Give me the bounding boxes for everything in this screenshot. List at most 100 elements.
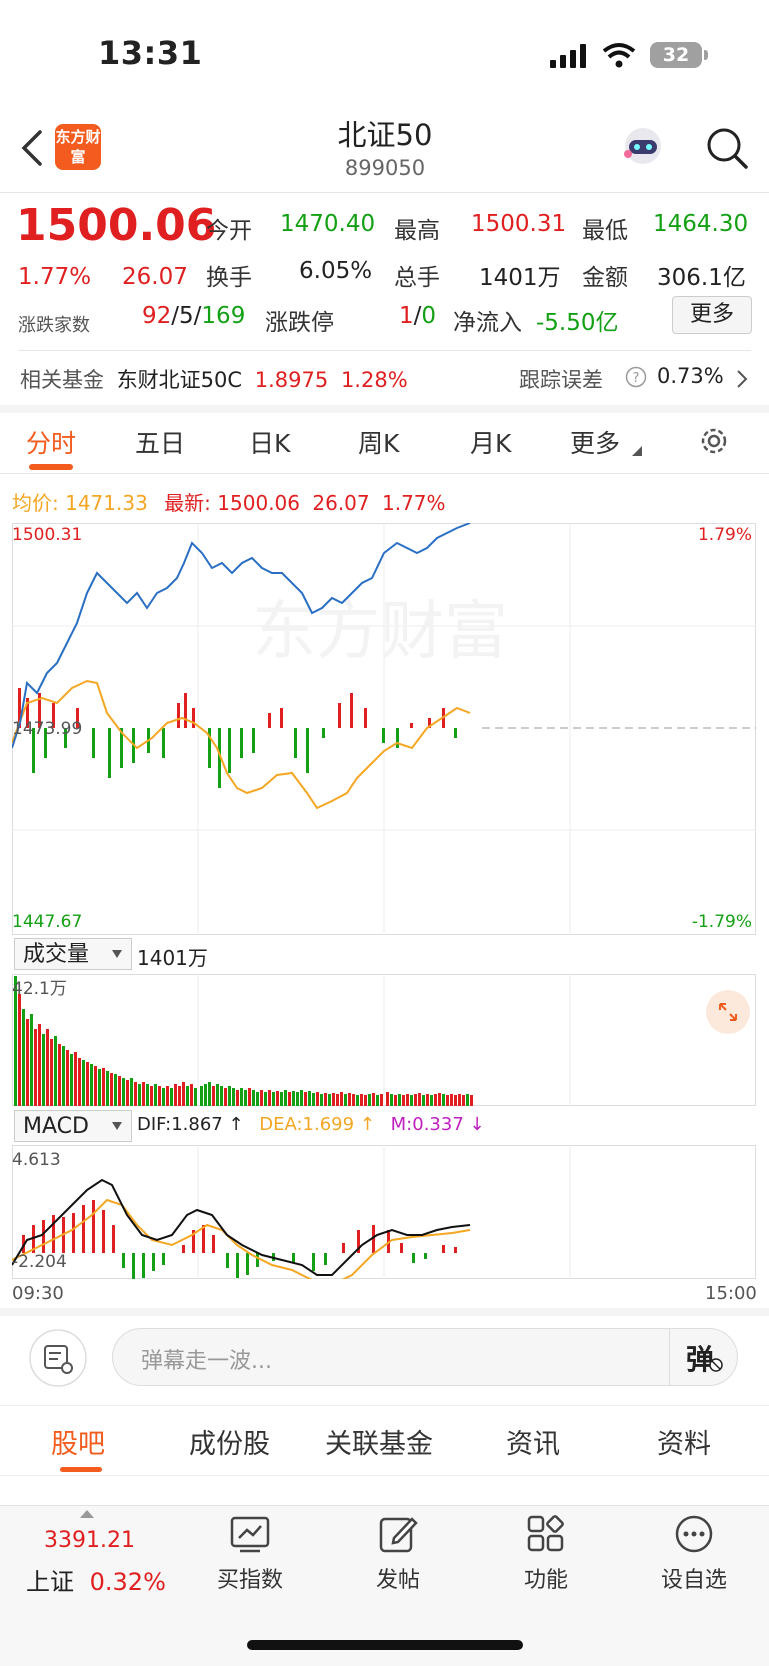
more-dropdown-icon [632,446,642,456]
flow-bars [18,688,457,788]
avg-value: 1471.33 [65,491,148,515]
latest-label: 最新: [164,491,211,515]
header-divider [0,192,769,193]
tab-guba[interactable]: 股吧 [51,1422,105,1461]
quote-divider [18,350,751,351]
sh-index-pct: 0.32% [89,1568,166,1596]
wifi-icon [602,43,636,68]
high-label: 最高 [394,218,440,244]
tab-related-funds[interactable]: 关联基金 [325,1422,433,1461]
tab-intraday[interactable]: 分时 [26,424,76,460]
macd-select-label: MACD [23,1114,89,1139]
tab-news[interactable]: 资讯 [506,1422,560,1461]
tab-weekly-k[interactable]: 周K [358,424,399,460]
macd-bottom-label: -2.204 [12,1252,67,1272]
battery-tip [704,50,708,60]
chevron-down-icon [112,950,122,958]
sh-index-row[interactable]: 上证 0.32% [26,1562,166,1597]
tabs-top-divider [0,1405,769,1406]
input-separator [669,1329,670,1385]
tab-five-day[interactable]: 五日 [135,424,185,460]
up-count: 92 [142,303,172,329]
nav-add-watchlist[interactable]: 设自选 [639,1562,749,1594]
fund-price: 1.8975 [254,368,329,392]
danmu-off-icon [709,1358,723,1372]
danmu-input[interactable]: 弹幕走一波... [112,1328,738,1386]
expand-up-icon[interactable] [80,1510,94,1518]
post-icon[interactable] [378,1514,418,1554]
limit-label: 涨跌停 [265,310,334,336]
tab-daily-k[interactable]: 日K [249,424,290,460]
section-gap [0,1308,769,1316]
tracking-label: 跟踪误差 [519,368,603,392]
y-axis-top: 1500.31 [12,525,82,545]
home-indicator[interactable] [247,1640,523,1650]
nav-functions[interactable]: 功能 [491,1562,601,1594]
volume-bars [14,976,473,1106]
time-axis-start: 09:30 [12,1283,64,1304]
more-options-icon[interactable] [674,1514,714,1554]
volume-chart[interactable]: 42.1万 [12,974,756,1106]
nav-buy-index[interactable]: 买指数 [195,1562,305,1594]
tab-monthly-k[interactable]: 月K [470,424,511,460]
guba-tab-underline [60,1467,102,1472]
avg-label: 均价: [12,491,59,515]
robot-assistant-icon[interactable] [620,124,666,170]
expand-icon[interactable] [706,990,750,1034]
related-fund-row[interactable]: 相关基金 东财北证50C 1.8975 1.28% [20,364,408,394]
dif-line [12,1178,471,1276]
tab-profile[interactable]: 资料 [657,1422,711,1461]
buy-index-icon[interactable] [230,1514,270,1554]
breadth-label: 涨跌家数 [18,315,90,336]
limit-down: 0 [421,303,437,329]
flat-count: 5 [179,303,194,329]
netflow-label: 净流入 [453,310,522,336]
intraday-price-chart[interactable]: 东方财富 1500.31 1473.99 1447.67 1.79% -1.79… [12,523,756,935]
turnover-value: 6.05% [299,258,373,284]
macd-m: M:0.337 ↓ [390,1114,485,1135]
back-icon[interactable] [18,130,44,166]
volume-label: 总手 [394,265,440,291]
breadth-values: 92/5/169 [142,303,246,329]
sh-index-value[interactable]: 3391.21 [44,1528,135,1553]
tab-constituents[interactable]: 成份股 [189,1422,270,1461]
y-axis-mid: 1473.99 [12,719,82,739]
battery-icon: 32 [650,42,702,68]
watermark: 东方财富 [252,595,508,669]
brand-logo: 东方财富 [55,124,101,170]
amount-value: 306.1亿 [657,265,746,291]
more-button[interactable]: 更多 [672,296,752,334]
chevron-right-icon[interactable] [735,368,749,390]
settings-icon[interactable] [697,424,731,458]
macd-chart[interactable]: 4.613 -2.204 [12,1145,756,1279]
macd-top-label: 4.613 [12,1150,61,1170]
latest-value: 1500.06 [217,491,301,515]
open-value: 1470.40 [280,211,376,237]
turnover-label: 换手 [206,265,252,291]
volume-max-label: 42.1万 [12,979,67,999]
sh-index-name: 上证 [26,1568,74,1596]
latest-change: 26.07 [312,491,370,515]
pct-axis-top: 1.79% [698,525,752,545]
open-label: 今开 [206,218,252,244]
volume-value: 1401万 [479,265,561,291]
functions-icon[interactable] [526,1514,566,1554]
netflow-value: -5.50亿 [536,310,619,336]
search-icon[interactable] [705,126,749,170]
volume-total: 1401万 [137,946,208,970]
nav-post[interactable]: 发帖 [343,1562,453,1594]
low-value: 1464.30 [653,211,749,237]
help-icon[interactable]: ? [625,366,647,388]
down-count: 169 [201,303,246,329]
tabs-divider [0,473,769,474]
macd-dea: DEA:1.699 ↑ [259,1114,375,1135]
macd-dif: DIF:1.867 ↑ [137,1114,244,1135]
section-gap [0,405,769,413]
danmu-settings-icon[interactable] [28,1328,88,1388]
fund-name: 东财北证50C [116,368,243,392]
tab-more[interactable]: 更多 [570,424,620,460]
status-time: 13:31 [98,34,203,72]
svg-text:?: ? [633,371,640,386]
high-value: 1500.31 [471,211,567,237]
low-label: 最低 [582,218,628,244]
